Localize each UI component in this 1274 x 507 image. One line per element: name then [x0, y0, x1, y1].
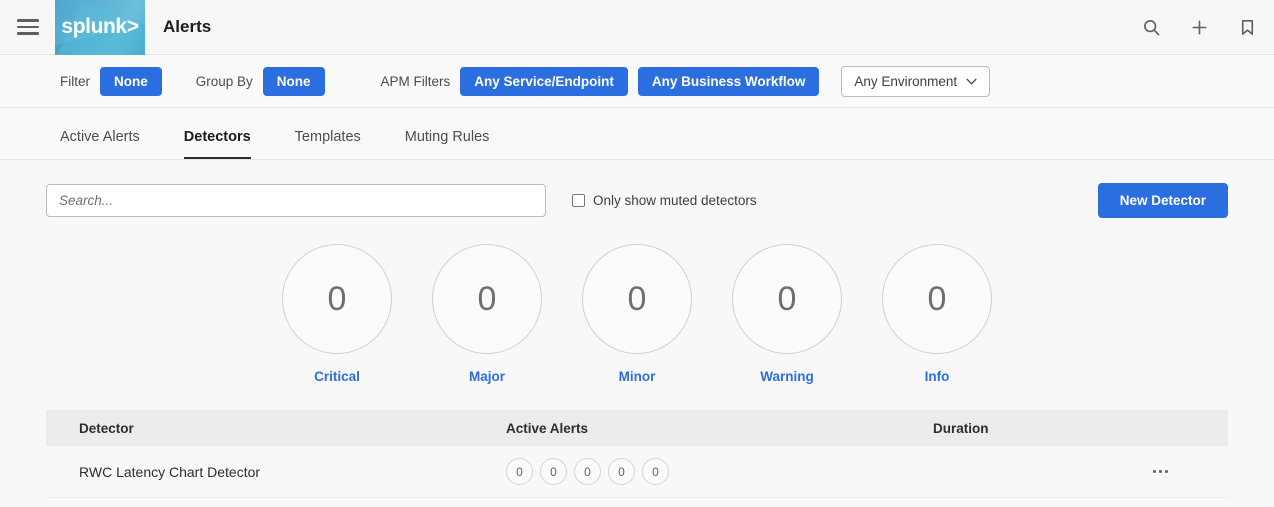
filter-value-button[interactable]: None	[100, 66, 162, 96]
table-row[interactable]: RWC Latency Chart Detector 0 0 0 0 0	[46, 446, 1228, 498]
cell-detector-name[interactable]: RWC Latency Chart Detector	[79, 464, 506, 480]
alert-count-critical[interactable]: 0	[506, 458, 533, 485]
tab-bar: Active Alerts Detectors Templates Muting…	[0, 108, 1274, 160]
severity-info-label[interactable]: Info	[925, 369, 950, 384]
checkbox-box[interactable]	[572, 193, 585, 207]
severity-info[interactable]: 0 Info	[882, 244, 992, 384]
alert-count-info[interactable]: 0	[642, 458, 669, 485]
apm-business-workflow-button[interactable]: Any Business Workflow	[637, 66, 820, 96]
detectors-toolbar: Only show muted detectors New Detector	[46, 160, 1228, 218]
dot	[1165, 470, 1168, 473]
severity-warning-label[interactable]: Warning	[760, 369, 814, 384]
filter-bar: Filter None Group By None APM Filters An…	[0, 55, 1274, 108]
column-header-active-alerts[interactable]: Active Alerts	[506, 421, 933, 436]
hamburger-menu-icon[interactable]	[0, 0, 55, 55]
filter-label: Filter	[60, 73, 90, 89]
apm-service-endpoint-button[interactable]: Any Service/Endpoint	[460, 66, 628, 96]
severity-minor-label[interactable]: Minor	[619, 369, 656, 384]
search-icon[interactable]	[1138, 15, 1164, 41]
environment-dropdown[interactable]: Any Environment	[841, 65, 991, 97]
hamburger-line	[16, 19, 39, 22]
severity-info-count: 0	[882, 244, 992, 354]
page-title: Alerts	[163, 17, 212, 36]
tab-muting-rules[interactable]: Muting Rules	[405, 129, 490, 159]
severity-warning[interactable]: 0 Warning	[732, 244, 842, 384]
severity-critical[interactable]: 0 Critical	[282, 244, 392, 384]
splunk-logo-text: splunk>	[61, 15, 139, 38]
search-input[interactable]	[46, 183, 546, 217]
alert-count-warning[interactable]: 0	[608, 458, 635, 485]
alert-count-minor[interactable]: 0	[574, 458, 601, 485]
hamburger-line	[16, 32, 39, 35]
apm-filters-label: APM Filters	[380, 73, 451, 89]
splunk-logo[interactable]: splunk>	[55, 0, 145, 55]
header-actions	[1138, 0, 1260, 55]
tab-templates[interactable]: Templates	[295, 129, 361, 159]
severity-warning-count: 0	[732, 244, 842, 354]
table-header-row: Detector Active Alerts Duration	[46, 410, 1228, 446]
severity-summary: 0 Critical 0 Major 0 Minor 0 Warning 0 I…	[46, 217, 1228, 384]
plus-icon[interactable]	[1186, 15, 1212, 41]
groupby-value-button[interactable]: None	[262, 66, 325, 96]
severity-major-label[interactable]: Major	[469, 369, 505, 384]
app-header: splunk> Alerts	[0, 0, 1274, 55]
environment-dropdown-label: Any Environment	[854, 73, 958, 89]
new-detector-button[interactable]: New Detector	[1097, 182, 1228, 218]
severity-major[interactable]: 0 Major	[432, 244, 542, 384]
alert-count-major[interactable]: 0	[540, 458, 567, 485]
hamburger-line	[16, 25, 39, 29]
column-header-duration[interactable]: Duration	[933, 421, 1228, 436]
severity-critical-label[interactable]: Critical	[314, 369, 360, 384]
dot	[1159, 470, 1162, 473]
tab-active-alerts[interactable]: Active Alerts	[60, 129, 140, 159]
dot	[1153, 470, 1156, 473]
severity-minor[interactable]: 0 Minor	[582, 244, 692, 384]
bookmark-icon[interactable]	[1234, 15, 1260, 41]
severity-minor-count: 0	[582, 244, 692, 354]
tab-detectors[interactable]: Detectors	[183, 129, 251, 159]
main-content: Only show muted detectors New Detector 0…	[0, 160, 1274, 498]
severity-major-count: 0	[432, 244, 542, 354]
column-header-detector[interactable]: Detector	[79, 421, 506, 436]
groupby-label: Group By	[195, 73, 253, 89]
table-row-inner: RWC Latency Chart Detector 0 0 0 0 0	[79, 458, 1228, 485]
detectors-table: Detector Active Alerts Duration RWC Late…	[46, 410, 1228, 498]
severity-critical-count: 0	[282, 244, 392, 354]
row-options-icon[interactable]	[1153, 470, 1168, 473]
only-muted-checkbox[interactable]: Only show muted detectors	[572, 193, 757, 208]
only-muted-checkbox-label: Only show muted detectors	[593, 192, 757, 208]
chevron-down-icon	[966, 78, 977, 84]
cell-active-alerts: 0 0 0 0 0	[506, 458, 933, 485]
